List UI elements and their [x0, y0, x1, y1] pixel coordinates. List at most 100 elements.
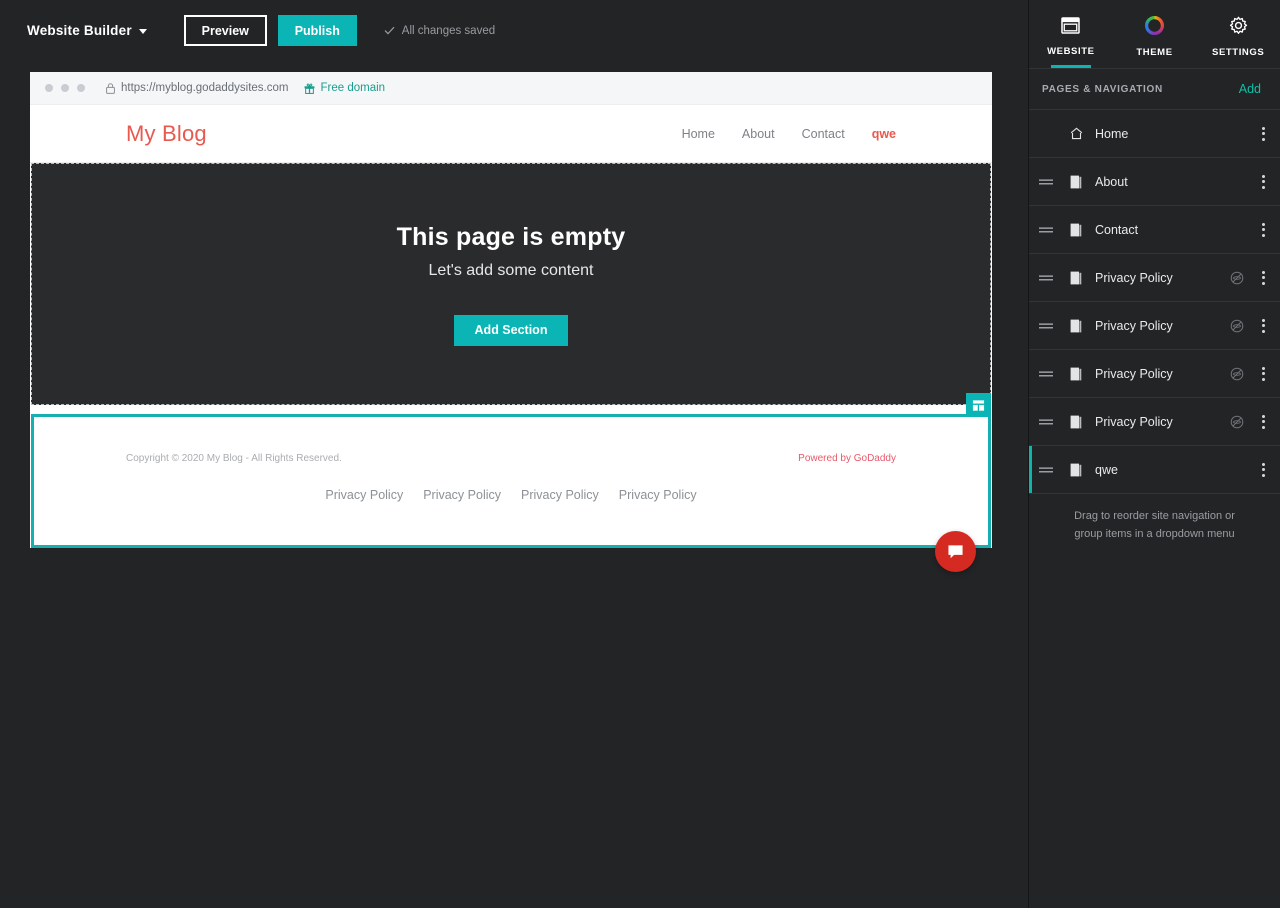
hidden-page-eye-icon[interactable] — [1224, 271, 1250, 285]
page-options-menu-icon[interactable] — [1250, 414, 1276, 429]
hidden-page-eye-icon[interactable] — [1224, 367, 1250, 381]
check-icon — [384, 26, 395, 35]
page-options-menu-icon[interactable] — [1250, 222, 1276, 237]
chat-bubble-icon[interactable] — [935, 531, 976, 572]
page-row-qwe[interactable]: qwe — [1029, 446, 1280, 494]
save-status-label: All changes saved — [401, 24, 496, 37]
page-label: Privacy Policy — [1095, 366, 1173, 381]
page-label: Home — [1095, 126, 1129, 141]
site-logo[interactable]: My Blog — [126, 121, 207, 147]
drag-handle-icon[interactable] — [1029, 322, 1063, 330]
traffic-light-dot — [77, 84, 85, 92]
page-icon — [1063, 223, 1089, 237]
page-icon — [1063, 319, 1089, 333]
tab-theme[interactable]: THEME — [1113, 0, 1197, 68]
color-wheel-icon — [1145, 16, 1164, 40]
footer-powered-by: Powered by GoDaddy — [798, 453, 896, 464]
pages-navigation-header: PAGES & NAVIGATION Add — [1029, 68, 1280, 110]
brand-label: Website Builder — [27, 23, 132, 38]
powered-brand[interactable]: GoDaddy — [854, 453, 896, 464]
url-bar[interactable]: https://myblog.godaddysites.com Free dom… — [106, 82, 385, 94]
page-row-privacy-policy[interactable]: Privacy Policy — [1029, 302, 1280, 350]
page-icon — [1063, 463, 1089, 477]
right-sidebar: WEBSITE THEME SETTINGS PAGES & NAVIGATIO… — [1028, 0, 1280, 908]
site-header[interactable]: My Blog Home About Contact qwe — [30, 105, 992, 163]
footer-top-row: Copyright © 2020 My Blog - All Rights Re… — [34, 417, 988, 464]
pages-navigation-title: PAGES & NAVIGATION — [1042, 83, 1163, 95]
powered-prefix: Powered by — [798, 453, 854, 464]
footer-link-privacy-policy[interactable]: Privacy Policy — [521, 488, 599, 502]
site-preview-frame: https://myblog.godaddysites.com Free dom… — [30, 72, 992, 572]
drag-handle-icon[interactable] — [1029, 274, 1063, 282]
page-icon — [1063, 271, 1089, 285]
tab-theme-label: THEME — [1136, 47, 1173, 58]
page-label: Privacy Policy — [1095, 270, 1173, 285]
lock-icon — [106, 82, 115, 94]
page-icon — [1063, 367, 1089, 381]
page-row-about[interactable]: About — [1029, 158, 1280, 206]
free-domain-label: Free domain — [320, 82, 386, 94]
site-nav-item-contact[interactable]: Contact — [802, 127, 845, 141]
drag-handle-icon[interactable] — [1029, 418, 1063, 426]
tab-settings[interactable]: SETTINGS — [1196, 0, 1280, 68]
brand-menu[interactable]: Website Builder — [27, 23, 147, 38]
section-layout-icon[interactable] — [966, 393, 991, 417]
drag-reorder-hint: Drag to reorder site navigation or group… — [1074, 510, 1235, 540]
page-label: About — [1095, 174, 1128, 189]
hidden-page-eye-icon[interactable] — [1224, 415, 1250, 429]
page-row-home[interactable]: Home — [1029, 110, 1280, 158]
footer-link-privacy-policy[interactable]: Privacy Policy — [423, 488, 501, 502]
free-domain-link[interactable]: Free domain — [304, 82, 385, 94]
site-nav-item-qwe[interactable]: qwe — [872, 127, 896, 141]
site-nav-item-home[interactable]: Home — [682, 127, 715, 141]
drag-handle-icon[interactable] — [1029, 466, 1063, 474]
drag-handle-icon[interactable] — [1029, 178, 1063, 186]
page-body: This page is empty Let's add some conten… — [30, 163, 992, 414]
page-row-privacy-policy[interactable]: Privacy Policy — [1029, 398, 1280, 446]
site-footer-section[interactable]: Copyright © 2020 My Blog - All Rights Re… — [31, 393, 991, 572]
page-options-menu-icon[interactable] — [1250, 462, 1276, 477]
footer-links: Privacy Policy Privacy Policy Privacy Po… — [34, 488, 988, 502]
footer-link-privacy-policy[interactable]: Privacy Policy — [325, 488, 403, 502]
add-section-button[interactable]: Add Section — [453, 314, 569, 346]
sidebar-tabs: WEBSITE THEME SETTINGS — [1029, 0, 1280, 68]
add-page-button[interactable]: Add — [1239, 82, 1261, 96]
page-options-menu-icon[interactable] — [1250, 318, 1276, 333]
page-label: Contact — [1095, 222, 1139, 237]
empty-page-title: This page is empty — [396, 222, 626, 251]
page-row-privacy-policy[interactable]: Privacy Policy — [1029, 254, 1280, 302]
page-row-contact[interactable]: Contact — [1029, 206, 1280, 254]
page-options-menu-icon[interactable] — [1250, 270, 1276, 285]
page-icon — [1063, 415, 1089, 429]
gear-icon — [1229, 16, 1248, 40]
page-options-menu-icon[interactable] — [1250, 174, 1276, 189]
empty-page-subtitle: Let's add some content — [428, 261, 594, 279]
page-label: Privacy Policy — [1095, 414, 1173, 429]
page-label: Privacy Policy — [1095, 318, 1173, 333]
page-label: qwe — [1095, 462, 1118, 477]
footer-link-privacy-policy[interactable]: Privacy Policy — [619, 488, 697, 502]
url-text: https://myblog.godaddysites.com — [121, 82, 289, 94]
preview-button[interactable]: Preview — [183, 15, 267, 46]
page-options-menu-icon[interactable] — [1250, 126, 1276, 141]
tab-settings-label: SETTINGS — [1212, 47, 1265, 58]
site-nav-item-about[interactable]: About — [742, 127, 775, 141]
gift-icon — [305, 83, 315, 94]
traffic-light-dot — [45, 84, 53, 92]
page-options-menu-icon[interactable] — [1250, 366, 1276, 381]
save-status: All changes saved — [384, 25, 495, 37]
hidden-page-eye-icon[interactable] — [1224, 319, 1250, 333]
page-icon — [1063, 175, 1089, 189]
main-canvas: Website Builder Preview Publish All chan… — [0, 0, 1028, 908]
traffic-light-dot — [61, 84, 69, 92]
page-row-privacy-policy[interactable]: Privacy Policy — [1029, 350, 1280, 398]
empty-page-section[interactable]: This page is empty Let's add some conten… — [31, 163, 991, 405]
publish-button[interactable]: Publish — [277, 15, 357, 46]
tab-website-label: WEBSITE — [1047, 46, 1095, 57]
website-builder-app: Website Builder Preview Publish All chan… — [0, 0, 1280, 908]
drag-handle-icon[interactable] — [1029, 370, 1063, 378]
site-nav: Home About Contact qwe — [682, 127, 896, 141]
tab-website[interactable]: WEBSITE — [1029, 0, 1113, 68]
chevron-down-icon — [138, 29, 147, 34]
drag-handle-icon[interactable] — [1029, 226, 1063, 234]
